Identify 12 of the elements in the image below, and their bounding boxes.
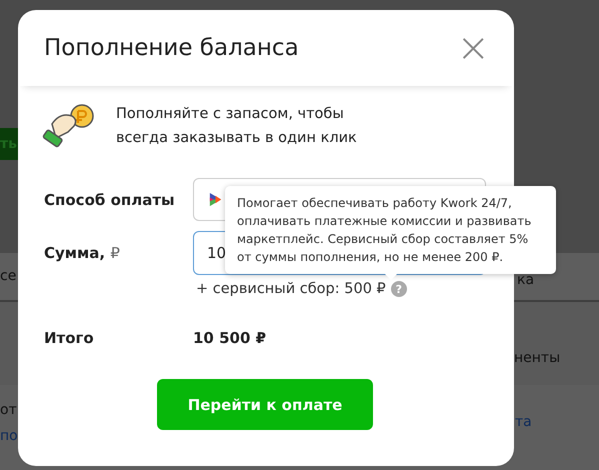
background-text: ка bbox=[517, 272, 534, 288]
total-value: 10 500 ₽ bbox=[193, 328, 268, 347]
field-label: Сумма, ₽ bbox=[44, 244, 121, 262]
background-text: ненты bbox=[514, 350, 560, 366]
service-fee-text: + сервисный сбор: 500 ₽ bbox=[196, 281, 386, 297]
tip-text: Пополняйте с запасом, чтобы всегда заказывать в один клик bbox=[116, 105, 358, 148]
dialog-title: Пополнение баланса bbox=[44, 35, 299, 61]
tooltip: Помогает обеспечивать работу Kwork 24/7, оплачивать платежные комиссии и развивать маркетплейс. Сервисный сбор составляет 5% от суммы пополнения, но не менее 200 ₽. bbox=[225, 186, 556, 274]
background-text: се bbox=[0, 268, 16, 284]
total-label: Итого bbox=[44, 328, 95, 347]
field-label: Способ оплаты bbox=[44, 190, 176, 208]
background-text: от bbox=[0, 402, 17, 418]
